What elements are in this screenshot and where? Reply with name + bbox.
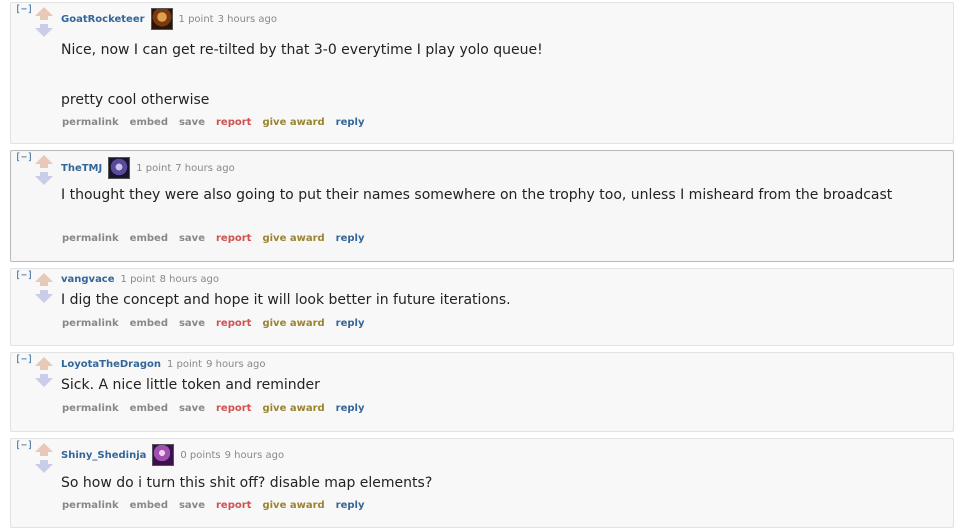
comment-score: 1 point (167, 359, 203, 370)
upvote-arrow-icon[interactable] (35, 155, 53, 168)
upvote-arrow-icon[interactable] (35, 443, 53, 456)
give-award-button[interactable]: give award (262, 117, 324, 128)
comment: [−] Shiny_Shedinja 0 points 9 hours ago … (10, 438, 954, 528)
comment-author[interactable]: GoatRocketeer (61, 14, 145, 25)
comment-paragraph: Sick. A nice little token and reminder (61, 377, 320, 393)
comment-score: 1 point (120, 274, 156, 285)
give-award-button[interactable]: give award (262, 500, 324, 511)
comment-score: 0 points (180, 449, 221, 461)
comment: [−] TheTMJ 1 point 7 hours ago I thought… (10, 150, 954, 262)
downvote-arrow-icon[interactable] (35, 374, 53, 387)
comment-score: 1 point (178, 13, 214, 25)
embed-button[interactable]: embed (130, 117, 168, 128)
save-button[interactable]: save (179, 233, 205, 244)
comment-tagline: GoatRocketeer 1 point 3 hours ago (61, 8, 277, 30)
downvote-arrow-icon[interactable] (35, 290, 53, 303)
comment-tagline: LoyotaTheDragon 1 point 9 hours ago (61, 359, 266, 370)
comment-buttons: permalink embed save report give award r… (62, 318, 376, 329)
report-button[interactable]: report (216, 403, 251, 414)
upvote-arrow-icon[interactable] (35, 7, 53, 20)
comment-paragraph: I dig the concept and hope it will look … (61, 292, 511, 308)
report-button[interactable]: report (216, 500, 251, 511)
user-flair-avatar (152, 444, 175, 466)
comment-paragraph: pretty cool otherwise (61, 92, 210, 108)
collapse-toggle[interactable]: [−] (15, 270, 33, 281)
permalink-button[interactable]: permalink (62, 318, 119, 329)
comment-buttons: permalink embed save report give award r… (62, 233, 376, 244)
user-flair-avatar (108, 157, 131, 179)
upvote-arrow-icon[interactable] (35, 357, 53, 370)
comment-author[interactable]: vangvace (61, 274, 115, 285)
comment-author[interactable]: Shiny_Shedinja (61, 450, 146, 461)
report-button[interactable]: report (216, 233, 251, 244)
reply-button[interactable]: reply (336, 500, 365, 511)
comment-body: Sick. A nice little token and reminder (61, 375, 933, 395)
embed-button[interactable]: embed (130, 500, 168, 511)
save-button[interactable]: save (179, 318, 205, 329)
save-button[interactable]: save (179, 403, 205, 414)
comment-author[interactable]: LoyotaTheDragon (61, 359, 161, 370)
comment-tagline: TheTMJ 1 point 7 hours ago (61, 157, 235, 179)
vote-arrows (34, 355, 54, 389)
comment-tagline: vangvace 1 point 8 hours ago (61, 274, 219, 285)
downvote-arrow-icon[interactable] (35, 24, 53, 37)
comment-author[interactable]: TheTMJ (61, 163, 102, 174)
comment: [−] vangvace 1 point 8 hours ago I dig t… (10, 268, 954, 346)
vote-arrows (34, 153, 54, 187)
user-flair-avatar (150, 8, 173, 30)
downvote-arrow-icon[interactable] (35, 172, 53, 185)
report-button[interactable]: report (216, 318, 251, 329)
comment-tagline: Shiny_Shedinja 0 points 9 hours ago (61, 444, 284, 466)
comment-time: 9 hours ago (224, 449, 285, 461)
reply-button[interactable]: reply (336, 233, 365, 244)
upvote-arrow-icon[interactable] (35, 273, 53, 286)
vote-arrows (34, 271, 54, 305)
embed-button[interactable]: embed (130, 233, 168, 244)
comment-time: 9 hours ago (206, 359, 266, 370)
vote-arrows (34, 5, 54, 39)
report-button[interactable]: report (216, 117, 251, 128)
comment-body: I dig the concept and hope it will look … (61, 290, 933, 310)
permalink-button[interactable]: permalink (62, 403, 119, 414)
comment-paragraph: Nice, now I can get re-tilted by that 3-… (61, 42, 543, 58)
comment-buttons: permalink embed save report give award r… (62, 403, 376, 414)
permalink-button[interactable]: permalink (62, 117, 119, 128)
collapse-toggle[interactable]: [−] (15, 354, 33, 365)
give-award-button[interactable]: give award (262, 233, 324, 244)
collapse-toggle[interactable]: [−] (15, 440, 33, 451)
give-award-button[interactable]: give award (262, 403, 324, 414)
collapse-toggle[interactable]: [−] (15, 152, 33, 163)
comment-score: 1 point (136, 162, 172, 174)
comment-body: I thought they were also going to put th… (61, 185, 933, 205)
comment: [−] LoyotaTheDragon 1 point 9 hours ago … (10, 352, 954, 432)
comment-paragraph: So how do i turn this shit off? disable … (61, 475, 433, 491)
embed-button[interactable]: embed (130, 403, 168, 414)
downvote-arrow-icon[interactable] (35, 460, 53, 473)
save-button[interactable]: save (179, 117, 205, 128)
vote-arrows (34, 441, 54, 475)
embed-button[interactable]: embed (130, 318, 168, 329)
comment-buttons: permalink embed save report give award r… (62, 117, 376, 128)
comment-body: Nice, now I can get re-tilted by that 3-… (61, 40, 933, 110)
permalink-button[interactable]: permalink (62, 500, 119, 511)
comment-time: 7 hours ago (175, 162, 235, 174)
permalink-button[interactable]: permalink (62, 233, 119, 244)
reply-button[interactable]: reply (336, 318, 365, 329)
comment-body: So how do i turn this shit off? disable … (61, 473, 933, 493)
comment-buttons: permalink embed save report give award r… (62, 500, 376, 511)
save-button[interactable]: save (179, 500, 205, 511)
comment: [−] GoatRocketeer 1 point 3 hours ago Ni… (10, 2, 954, 144)
comment-time: 8 hours ago (159, 274, 220, 285)
comment-time: 3 hours ago (217, 13, 278, 25)
collapse-toggle[interactable]: [−] (15, 4, 33, 15)
give-award-button[interactable]: give award (262, 318, 324, 329)
reply-button[interactable]: reply (336, 117, 365, 128)
comment-paragraph: I thought they were also going to put th… (61, 187, 893, 203)
reply-button[interactable]: reply (336, 403, 365, 414)
